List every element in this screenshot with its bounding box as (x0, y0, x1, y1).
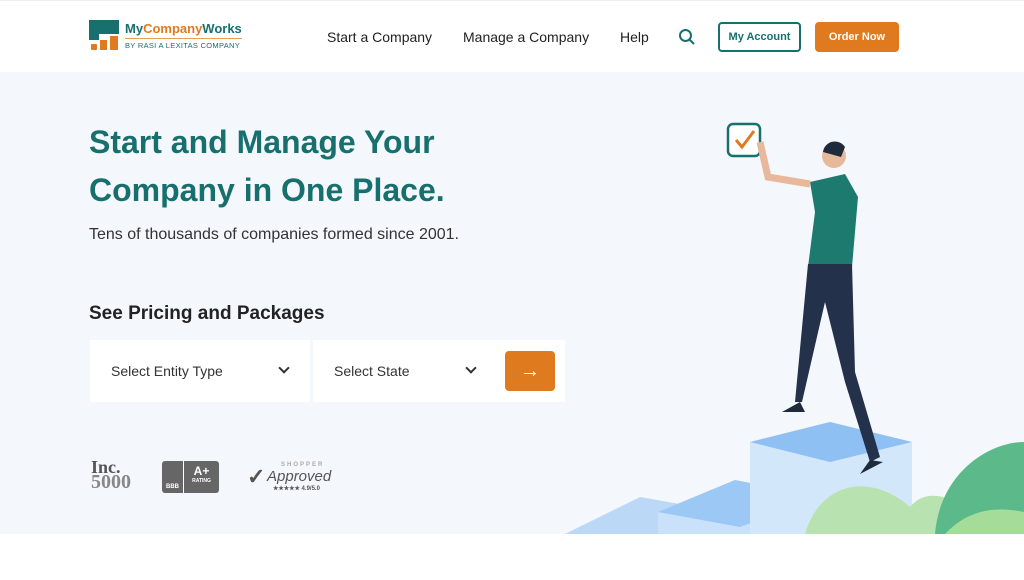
brand-name-1: My (125, 20, 144, 36)
inc-5000-badge: Inc. 5000 (91, 458, 131, 493)
chevron-down-icon (278, 362, 290, 374)
approved-text: Approved (267, 468, 332, 485)
hero-title: Start and Manage Your Company in One Pla… (89, 124, 445, 208)
nav-help[interactable]: Help (620, 29, 649, 45)
brand-name-2: Company (143, 20, 203, 36)
order-now-button[interactable]: Order Now (815, 22, 899, 52)
nav-start-company[interactable]: Start a Company (327, 29, 432, 45)
hero-illustration (565, 122, 1024, 534)
logo-icon (89, 20, 119, 50)
search-icon[interactable] (678, 28, 696, 46)
hero-tagline: Tens of thousands of companies formed si… (89, 226, 459, 243)
bbb-badge: BBB A+ RATING (162, 461, 219, 493)
arrow-right-icon: → (520, 359, 540, 382)
hero-section: Start and Manage Your Company in One Pla… (0, 72, 1024, 534)
brand-subtitle: BY RASI A LEXITAS COMPANY (125, 40, 241, 50)
bbb-rating: RATING (192, 478, 211, 484)
entity-type-value: Select Entity Type (111, 363, 223, 379)
entity-type-select[interactable]: Select Entity Type (90, 340, 310, 402)
header: MyCompanyWorks BY RASI A LEXITAS COMPANY… (0, 0, 1024, 72)
inc-number: 5000 (91, 471, 131, 493)
my-account-button[interactable]: My Account (718, 22, 801, 52)
logo[interactable]: MyCompanyWorks BY RASI A LEXITAS COMPANY (89, 20, 242, 50)
chevron-down-icon (465, 362, 477, 374)
state-value: Select State (334, 363, 410, 379)
brand-name-3: Works (202, 20, 242, 36)
nav-manage-company[interactable]: Manage a Company (463, 29, 589, 45)
submit-pricing-button[interactable]: → (505, 351, 555, 391)
shopper-approved-badge: ✓ SHOPPER Approved ★★★★★ 4.9/5.0 (247, 462, 332, 492)
bbb-grade: A+ (193, 464, 210, 478)
pricing-heading: See Pricing and Packages (89, 303, 325, 324)
rating-score: ★★★★★ 4.9/5.0 (273, 486, 320, 492)
bbb-text: BBB (162, 461, 184, 493)
